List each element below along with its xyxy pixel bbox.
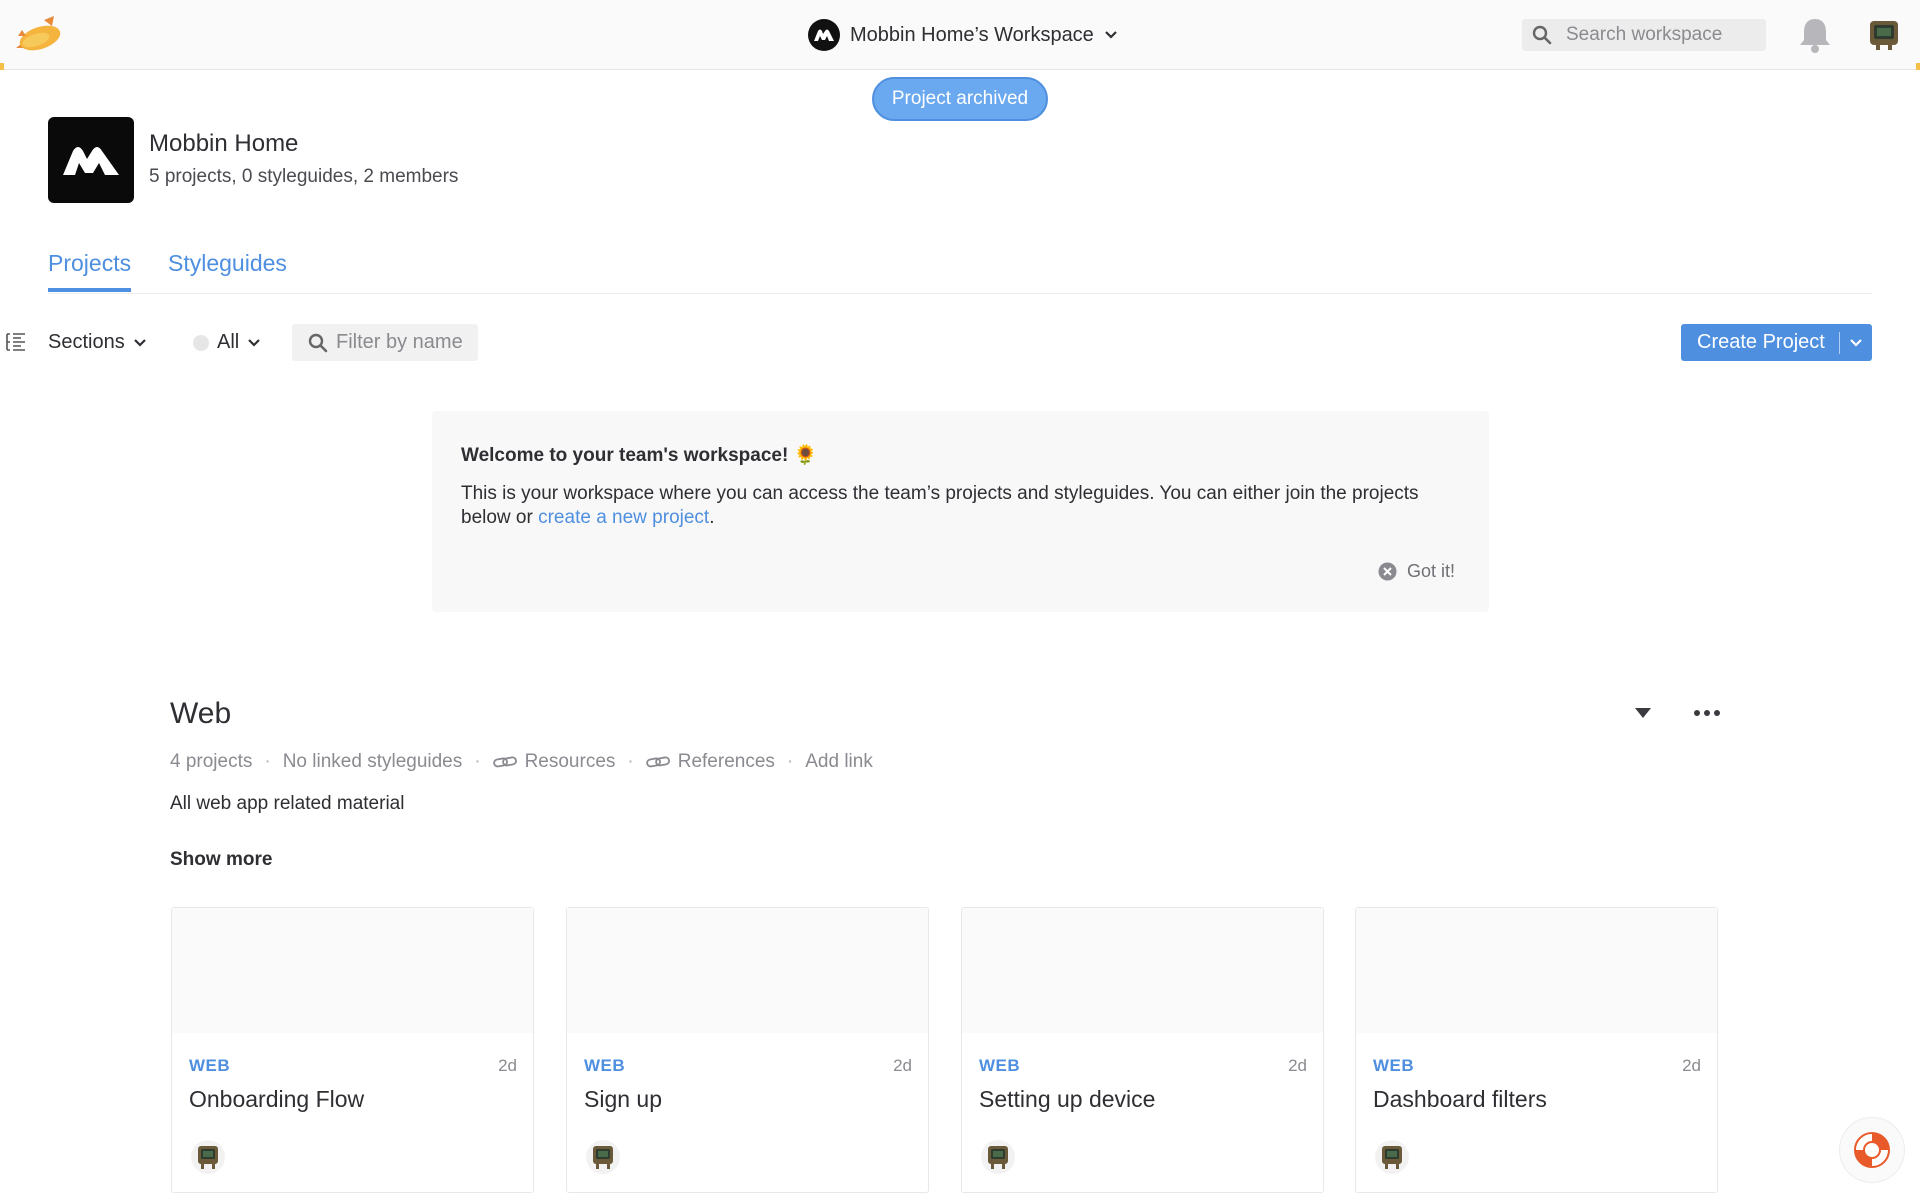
filter-by-name[interactable] [292,324,478,361]
workspace-tabs: Projects Styleguides [48,250,1872,294]
status-dot-icon [193,334,209,351]
resources-label: Resources [524,751,616,772]
section-title: Web [170,697,232,730]
project-updated-time: 2d [1288,1056,1307,1075]
status-filter-dropdown[interactable]: All [193,331,261,354]
project-thumbnail [567,908,928,1033]
project-thumbnail [962,908,1323,1033]
project-title: Setting up device [979,1086,1156,1112]
chevron-down-icon [1850,338,1862,347]
meta-separator: · [786,751,794,772]
meta-separator: · [627,751,634,772]
toast-notification: Project archived [872,77,1048,121]
toast-message: Project archived [891,88,1029,109]
member-avatar [191,1140,225,1174]
chevron-down-icon [1105,31,1117,39]
project-card-setting-up-device[interactable]: WEB 2d Setting up device [961,907,1324,1193]
create-options-toggle[interactable] [1840,336,1872,350]
project-platform-tag: WEB [979,1056,1021,1075]
bell-icon[interactable] [1797,16,1833,54]
create-project-link[interactable]: create a new project [538,507,709,528]
top-bar: Mobbin Home’s Workspace [0,0,1920,70]
project-card-sign-up[interactable]: WEB 2d Sign up [566,907,929,1193]
member-avatar [1375,1140,1409,1174]
sections-dropdown[interactable]: Sections [48,331,147,354]
project-updated-time: 2d [1682,1056,1701,1075]
search-icon [308,333,328,352]
add-link-button[interactable]: Add link [805,751,873,773]
tab-projects[interactable]: Projects [48,250,132,292]
help-button[interactable] [1839,1117,1905,1183]
project-platform-tag: WEB [584,1056,626,1075]
welcome-body: This is your workspace where you can acc… [461,482,1421,530]
welcome-text-end: . [709,507,715,528]
project-thumbnail [172,908,533,1033]
lifebuoy-icon [1854,1132,1890,1168]
chevron-down-icon [248,338,261,347]
more-options-icon[interactable] [1692,702,1722,724]
create-project-button[interactable]: Create Project [1681,324,1872,361]
user-avatar[interactable] [1866,17,1902,53]
welcome-title: Welcome to your team's workspace! 🌻 [461,445,818,466]
workspace-search[interactable] [1522,19,1766,51]
references-label: References [677,751,775,772]
brand-accent-left [0,63,4,70]
meta-separator: · [474,751,481,772]
caret-down-icon[interactable] [1634,706,1652,720]
search-icon [1532,25,1552,45]
list-outline-icon[interactable] [5,331,27,353]
project-card-dashboard-filters[interactable]: WEB 2d Dashboard filters [1355,907,1718,1193]
show-more-button[interactable]: Show more [170,849,272,871]
sections-label: Sections [48,331,125,353]
workspace-avatar [48,117,134,203]
tab-styleguides[interactable]: Styleguides [168,250,287,292]
status-filter-label: All [217,331,240,353]
dismiss-label: Got it! [1407,561,1456,581]
member-avatar [981,1140,1015,1174]
create-project-label: Create Project [1697,331,1825,353]
search-input[interactable] [1566,24,1756,46]
chevron-down-icon [133,338,146,347]
project-card-onboarding-flow[interactable]: WEB 2d Onboarding Flow [171,907,534,1193]
project-thumbnail [1356,908,1717,1033]
resources-link[interactable]: Resources [492,751,616,773]
link-icon [645,756,670,768]
filter-input[interactable] [336,331,476,354]
dismiss-welcome-button[interactable]: Got it! [1378,561,1455,582]
brand-accent-right [1916,63,1920,70]
project-title: Dashboard filters [1373,1086,1547,1112]
project-updated-time: 2d [498,1056,517,1075]
project-platform-tag: WEB [189,1056,231,1075]
references-link[interactable]: References [645,751,775,773]
project-platform-tag: WEB [1373,1056,1415,1075]
workspace-switcher[interactable]: Mobbin Home’s Workspace [808,18,1118,52]
project-updated-time: 2d [893,1056,912,1075]
workspace-title: Mobbin Home [149,130,299,157]
workspace-stats: 5 projects, 0 styleguides, 2 members [149,166,459,187]
link-icon [492,756,517,768]
zeplin-blimp-icon[interactable] [14,14,66,56]
section-description: All web app related material [170,793,405,814]
welcome-banner: Welcome to your team's workspace! 🌻 This… [432,411,1489,612]
project-title: Onboarding Flow [189,1086,365,1112]
section-project-count: 4 projects [170,751,253,772]
section-meta: 4 projects · No linked styleguides · Res… [170,751,873,773]
section-styleguides: No linked styleguides [282,751,463,772]
project-title: Sign up [584,1086,663,1112]
meta-separator: · [264,751,271,772]
close-circle-icon [1378,562,1397,581]
member-avatar [586,1140,620,1174]
workspace-name: Mobbin Home’s Workspace [850,23,1094,46]
workspace-logo-icon [808,19,840,51]
